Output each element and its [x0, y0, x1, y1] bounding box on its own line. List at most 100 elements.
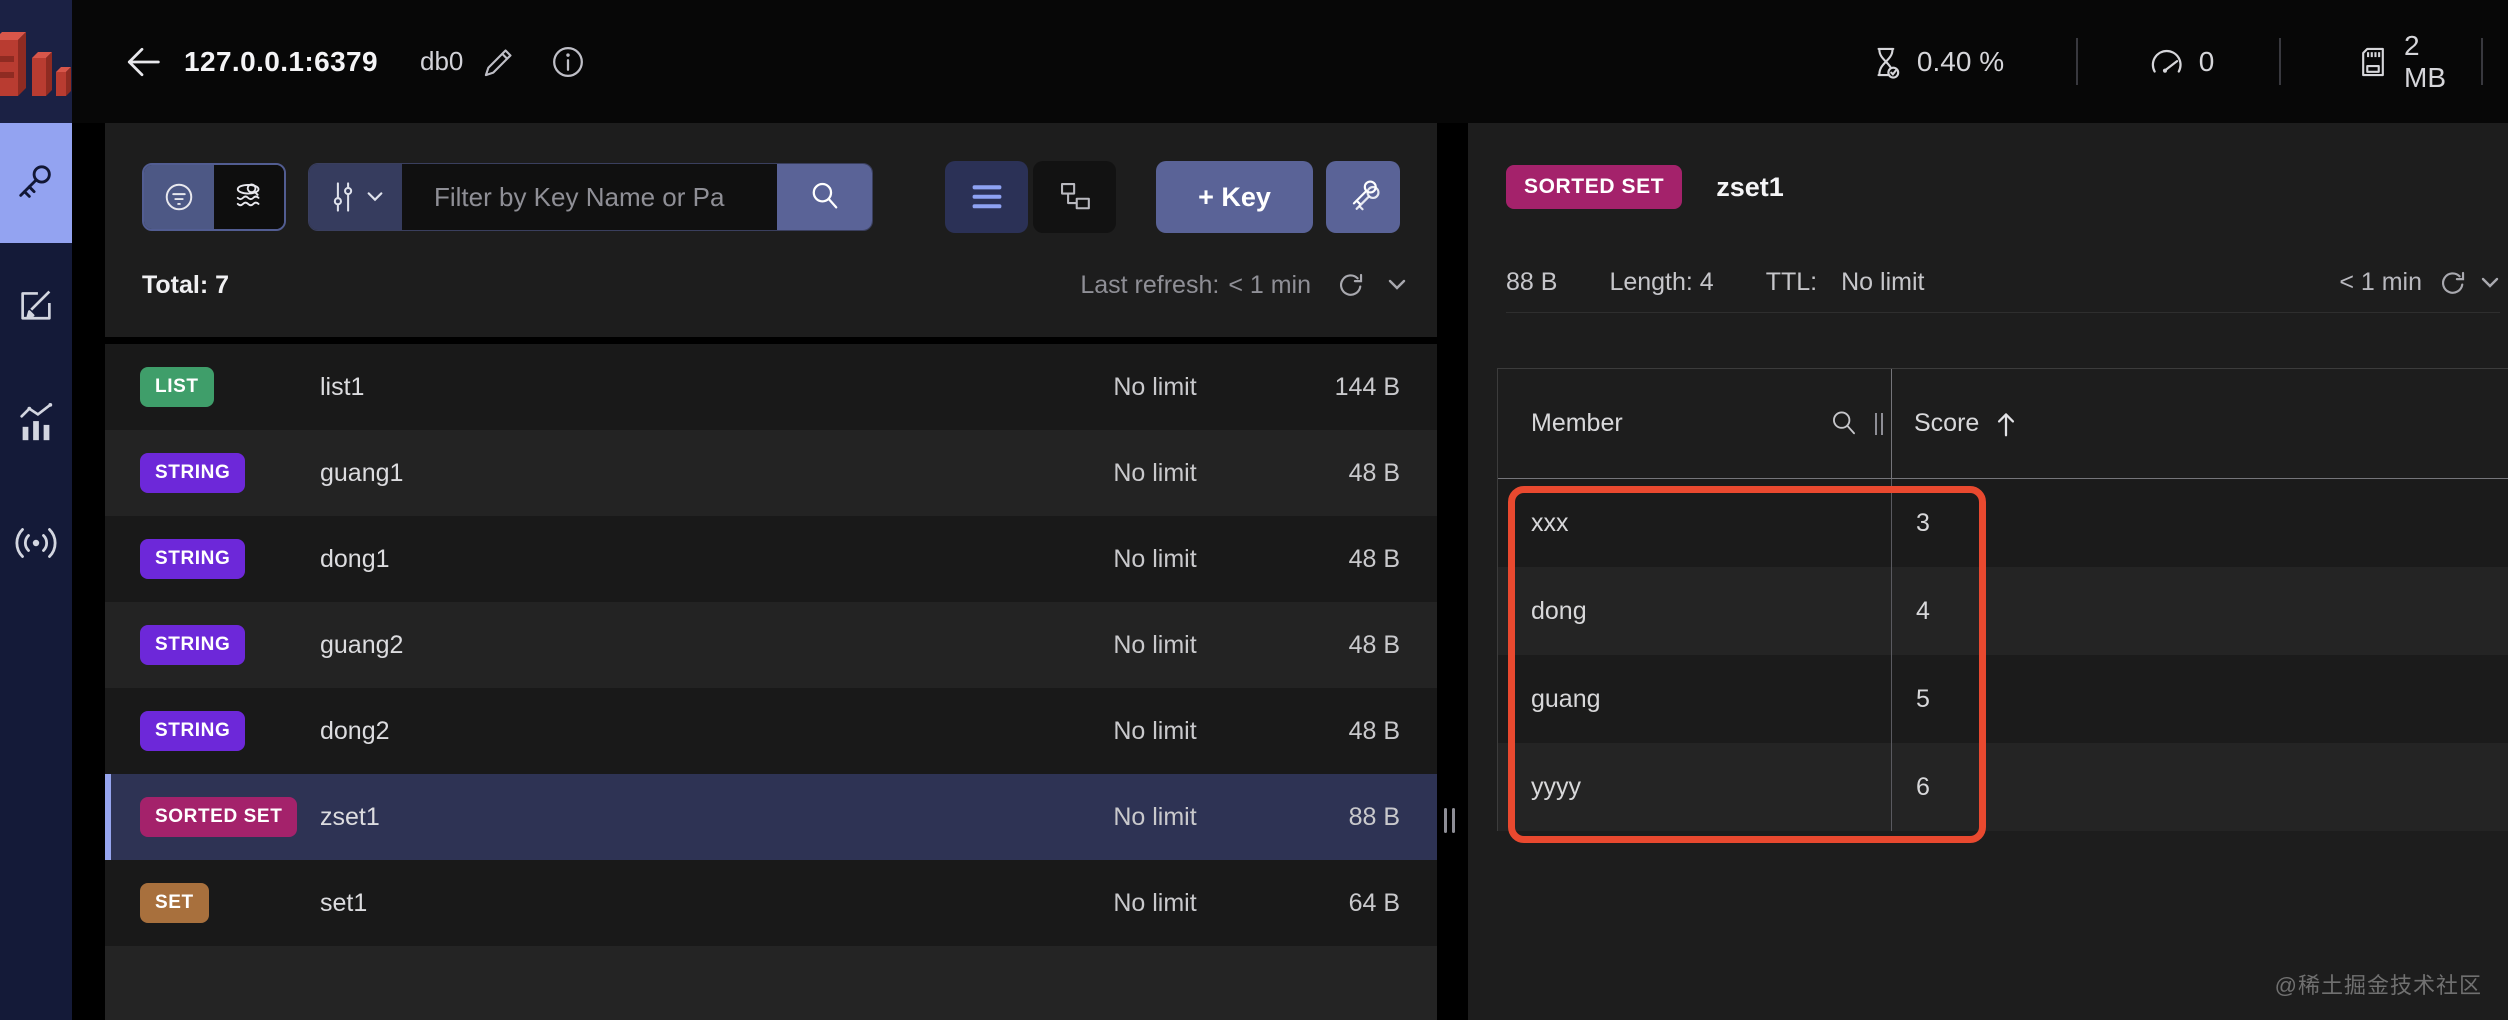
key-type-badge: LIST	[140, 367, 214, 407]
ttl-value[interactable]: No limit	[1841, 268, 1924, 297]
workbench-edit-icon	[15, 282, 57, 324]
key-details-panel: SORTED SET zset1 88 B Length: 4 TTL: No …	[1468, 123, 2508, 1020]
score-header-label: Score	[1914, 409, 1979, 438]
sidebar-item-browser[interactable]	[0, 123, 72, 243]
key-type-cell: LIST	[140, 367, 320, 407]
key-ttl: No limit	[1055, 717, 1255, 746]
cpu-stat: 0.40 %	[1868, 0, 2004, 123]
key-name: set1	[320, 889, 1055, 918]
refresh-options-chevron-icon[interactable]	[1387, 278, 1407, 292]
member-row[interactable]: guang 5	[1498, 655, 2508, 743]
key-name: dong1	[320, 545, 1055, 574]
score-value: 4	[1891, 567, 2508, 655]
tree-view-button[interactable]	[1033, 161, 1116, 233]
sliders-icon	[328, 180, 358, 214]
redis-logo	[0, 0, 72, 123]
members-table-header: Member Score	[1498, 369, 2508, 479]
stat-divider	[2481, 38, 2483, 85]
key-list-row[interactable]: SORTED SET zset1 No limit 88 B	[105, 774, 1437, 860]
memory-card-icon	[2355, 44, 2391, 80]
details-refresh-icon[interactable]	[2436, 266, 2470, 300]
sidebar-item-analytics[interactable]	[0, 363, 72, 483]
redisinsight-app: 127.0.0.1:6379 db0 0.40 %	[0, 0, 2508, 1020]
bulk-actions-button[interactable]	[1326, 161, 1400, 233]
sidebar-item-workbench[interactable]	[0, 243, 72, 363]
key-details-header: SORTED SET zset1	[1468, 123, 2508, 209]
key-size: 48 B	[1255, 545, 1400, 574]
member-value: yyyy	[1498, 743, 1891, 831]
details-refresh-chevron-icon[interactable]	[2480, 276, 2500, 290]
stat-divider	[2279, 38, 2281, 85]
refresh-icon[interactable]	[1334, 268, 1368, 302]
add-key-button[interactable]: + Key	[1156, 161, 1313, 233]
sort-ascending-icon[interactable]	[1993, 409, 2019, 439]
key-type-filter-dropdown[interactable]	[309, 164, 402, 230]
score-value: 6	[1891, 743, 2508, 831]
key-name: guang1	[320, 459, 1055, 488]
members-rows: xxx 3 dong 4 guang 5 yyyy 6	[1498, 479, 2508, 831]
commands-value: 0	[2199, 46, 2215, 78]
member-value: xxx	[1498, 479, 1891, 567]
tree-view-icon	[1056, 178, 1094, 216]
key-list: LIST list1 No limit 144 B STRING guang1 …	[105, 344, 1437, 1020]
memory-stat: 2 MB	[2355, 0, 2457, 123]
list-view-icon	[969, 181, 1005, 213]
browser-summary-row: Total: 7 Last refresh: < 1 min	[105, 233, 1437, 337]
key-list-row[interactable]: SET set1 No limit 64 B	[105, 860, 1437, 946]
key-filter-input[interactable]	[402, 164, 777, 230]
key-ttl: No limit	[1055, 889, 1255, 918]
key-type-badge: STRING	[140, 453, 245, 493]
analytics-chart-icon	[15, 402, 57, 444]
memory-value: 2 MB	[2404, 30, 2457, 94]
key-list-row[interactable]: STRING dong1 No limit 48 B	[105, 516, 1437, 602]
search-icon	[806, 178, 844, 216]
member-value: dong	[1498, 567, 1891, 655]
column-resize-handle[interactable]	[1875, 413, 1883, 435]
member-row[interactable]: yyyy 6	[1498, 743, 2508, 831]
list-view-button[interactable]	[945, 161, 1028, 233]
key-type-cell: STRING	[140, 539, 320, 579]
key-size: 48 B	[1255, 631, 1400, 660]
cpu-usage-value: 0.40 %	[1917, 46, 2004, 78]
key-ttl: No limit	[1055, 373, 1255, 402]
filter-mode-pattern-button[interactable]	[144, 165, 214, 229]
member-header-label: Member	[1531, 409, 1623, 438]
info-icon[interactable]	[549, 43, 587, 81]
key-list-row[interactable]: STRING dong2 No limit 48 B	[105, 688, 1437, 774]
edit-database-icon[interactable]	[481, 44, 517, 80]
sidebar-item-pubsub[interactable]	[0, 483, 72, 603]
filter-mode-toggle	[142, 163, 286, 231]
key-name: list1	[320, 373, 1055, 402]
connection-host: 127.0.0.1:6379	[184, 46, 378, 78]
member-row[interactable]: xxx 3	[1498, 479, 2508, 567]
member-row[interactable]: dong 4	[1498, 567, 2508, 655]
panel-resize-handle[interactable]	[1444, 808, 1455, 833]
filter-mode-scan-button[interactable]	[214, 165, 284, 229]
bulk-keys-icon	[1343, 177, 1383, 217]
key-type-badge: STRING	[140, 711, 245, 751]
search-button[interactable]	[777, 164, 872, 230]
total-keys-label: Total: 7	[142, 271, 229, 300]
key-name: guang2	[320, 631, 1055, 660]
key-size: 144 B	[1255, 373, 1400, 402]
filter-circle-icon	[161, 179, 197, 215]
scan-keys-icon	[230, 178, 268, 216]
member-search-icon[interactable]	[1827, 407, 1861, 441]
key-name: dong2	[320, 717, 1055, 746]
key-size-value: 88 B	[1506, 268, 1557, 297]
keys-browser-panel: + Key Total: 7 Last refresh: < 1 min	[105, 123, 1437, 1020]
key-ttl: No limit	[1055, 803, 1255, 832]
database-name: db0	[420, 46, 463, 77]
key-size: 88 B	[1255, 803, 1400, 832]
overview-stats: 0.40 % 0 2 MB	[1408, 0, 2508, 123]
key-list-row[interactable]: STRING guang2 No limit 48 B	[105, 602, 1437, 688]
key-list-row[interactable]: LIST list1 No limit 144 B	[105, 344, 1437, 430]
key-size: 48 B	[1255, 459, 1400, 488]
member-column-header[interactable]: Member	[1498, 369, 1891, 478]
key-ttl: No limit	[1055, 459, 1255, 488]
score-column-header[interactable]: Score	[1891, 369, 2508, 478]
key-size: 48 B	[1255, 717, 1400, 746]
key-type-badge: SORTED SET	[140, 797, 297, 837]
key-list-row[interactable]: STRING guang1 No limit 48 B	[105, 430, 1437, 516]
back-button[interactable]	[118, 38, 166, 86]
